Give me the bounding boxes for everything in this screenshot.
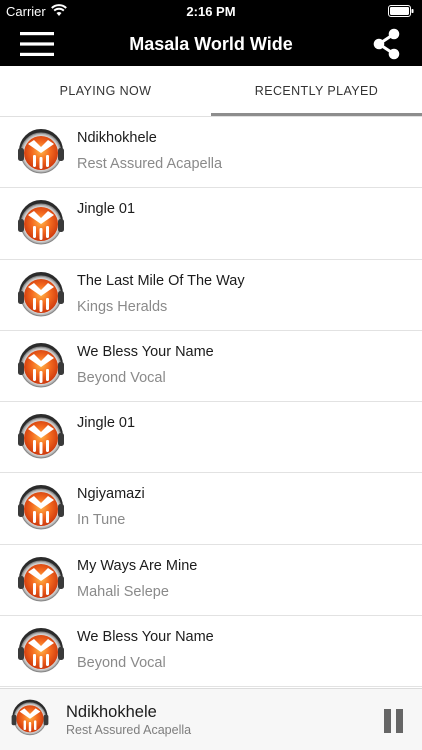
station-logo-icon [16, 200, 66, 247]
artist-name: Kings Heralds [77, 298, 168, 315]
share-icon[interactable] [372, 28, 402, 60]
artist-name: Beyond Vocal [77, 655, 166, 672]
status-bar: Carrier 2:16 PM [0, 0, 422, 22]
list-item[interactable]: Ngiyamazi In Tune [0, 473, 422, 545]
song-title: Jingle 01 [77, 415, 136, 432]
list-item[interactable]: Jingle 01 [0, 188, 422, 260]
artist-name: Rest Assured Acapella [77, 156, 223, 172]
station-logo-icon [16, 485, 66, 532]
song-title: The Last Mile Of The Way [77, 272, 245, 289]
artist-name: In Tune [77, 512, 126, 529]
recently-played-list[interactable]: Ndikhokhele Rest Assured Acapella Jingle… [0, 117, 422, 688]
artist-name: Beyond Vocal [77, 369, 166, 386]
mini-player[interactable]: Ndikhokhele Rest Assured Acapella [0, 688, 422, 750]
list-item[interactable]: We Bless Your Name Beyond Vocal [0, 616, 422, 688]
station-logo-icon [16, 271, 66, 318]
song-title: We Bless Your Name [77, 629, 214, 646]
now-playing-title: Ndikhokhele [66, 703, 157, 721]
station-logo-icon [16, 556, 66, 603]
now-playing-artist: Rest Assured Acapella [66, 723, 192, 737]
station-logo-icon [16, 414, 66, 461]
list-item[interactable]: The Last Mile Of The Way Kings Heralds [0, 260, 422, 331]
station-logo-icon [16, 129, 66, 175]
station-logo-icon [16, 628, 66, 675]
app-title: Masala World Wide [129, 34, 293, 54]
list-item[interactable]: We Bless Your Name Beyond Vocal [0, 331, 422, 403]
list-item[interactable]: My Ways Are Mine Mahali Selepe [0, 545, 422, 617]
status-time: 2:16 PM [186, 4, 236, 19]
tab-bar: PLAYING NOW RECENTLY PLAYED [0, 66, 422, 116]
list-item[interactable]: Jingle 01 [0, 402, 422, 474]
navigation-bar: Masala World Wide [0, 22, 422, 66]
list-item[interactable]: Ndikhokhele Rest Assured Acapella [0, 117, 422, 189]
battery-icon [388, 5, 414, 17]
song-title: Ngiyamazi [77, 486, 145, 503]
station-logo-icon [16, 342, 66, 389]
song-title: Jingle 01 [77, 201, 136, 218]
song-title: Ndikhokhele [77, 130, 157, 146]
song-title: My Ways Are Mine [77, 557, 198, 574]
pause-icon[interactable] [384, 709, 406, 733]
tab-recently-played[interactable]: RECENTLY PLAYED [211, 66, 422, 116]
station-logo-icon [10, 699, 50, 737]
song-title: We Bless Your Name [77, 343, 214, 360]
tab-playing-now[interactable]: PLAYING NOW [0, 66, 211, 116]
artist-name: Mahali Selepe [77, 583, 169, 600]
